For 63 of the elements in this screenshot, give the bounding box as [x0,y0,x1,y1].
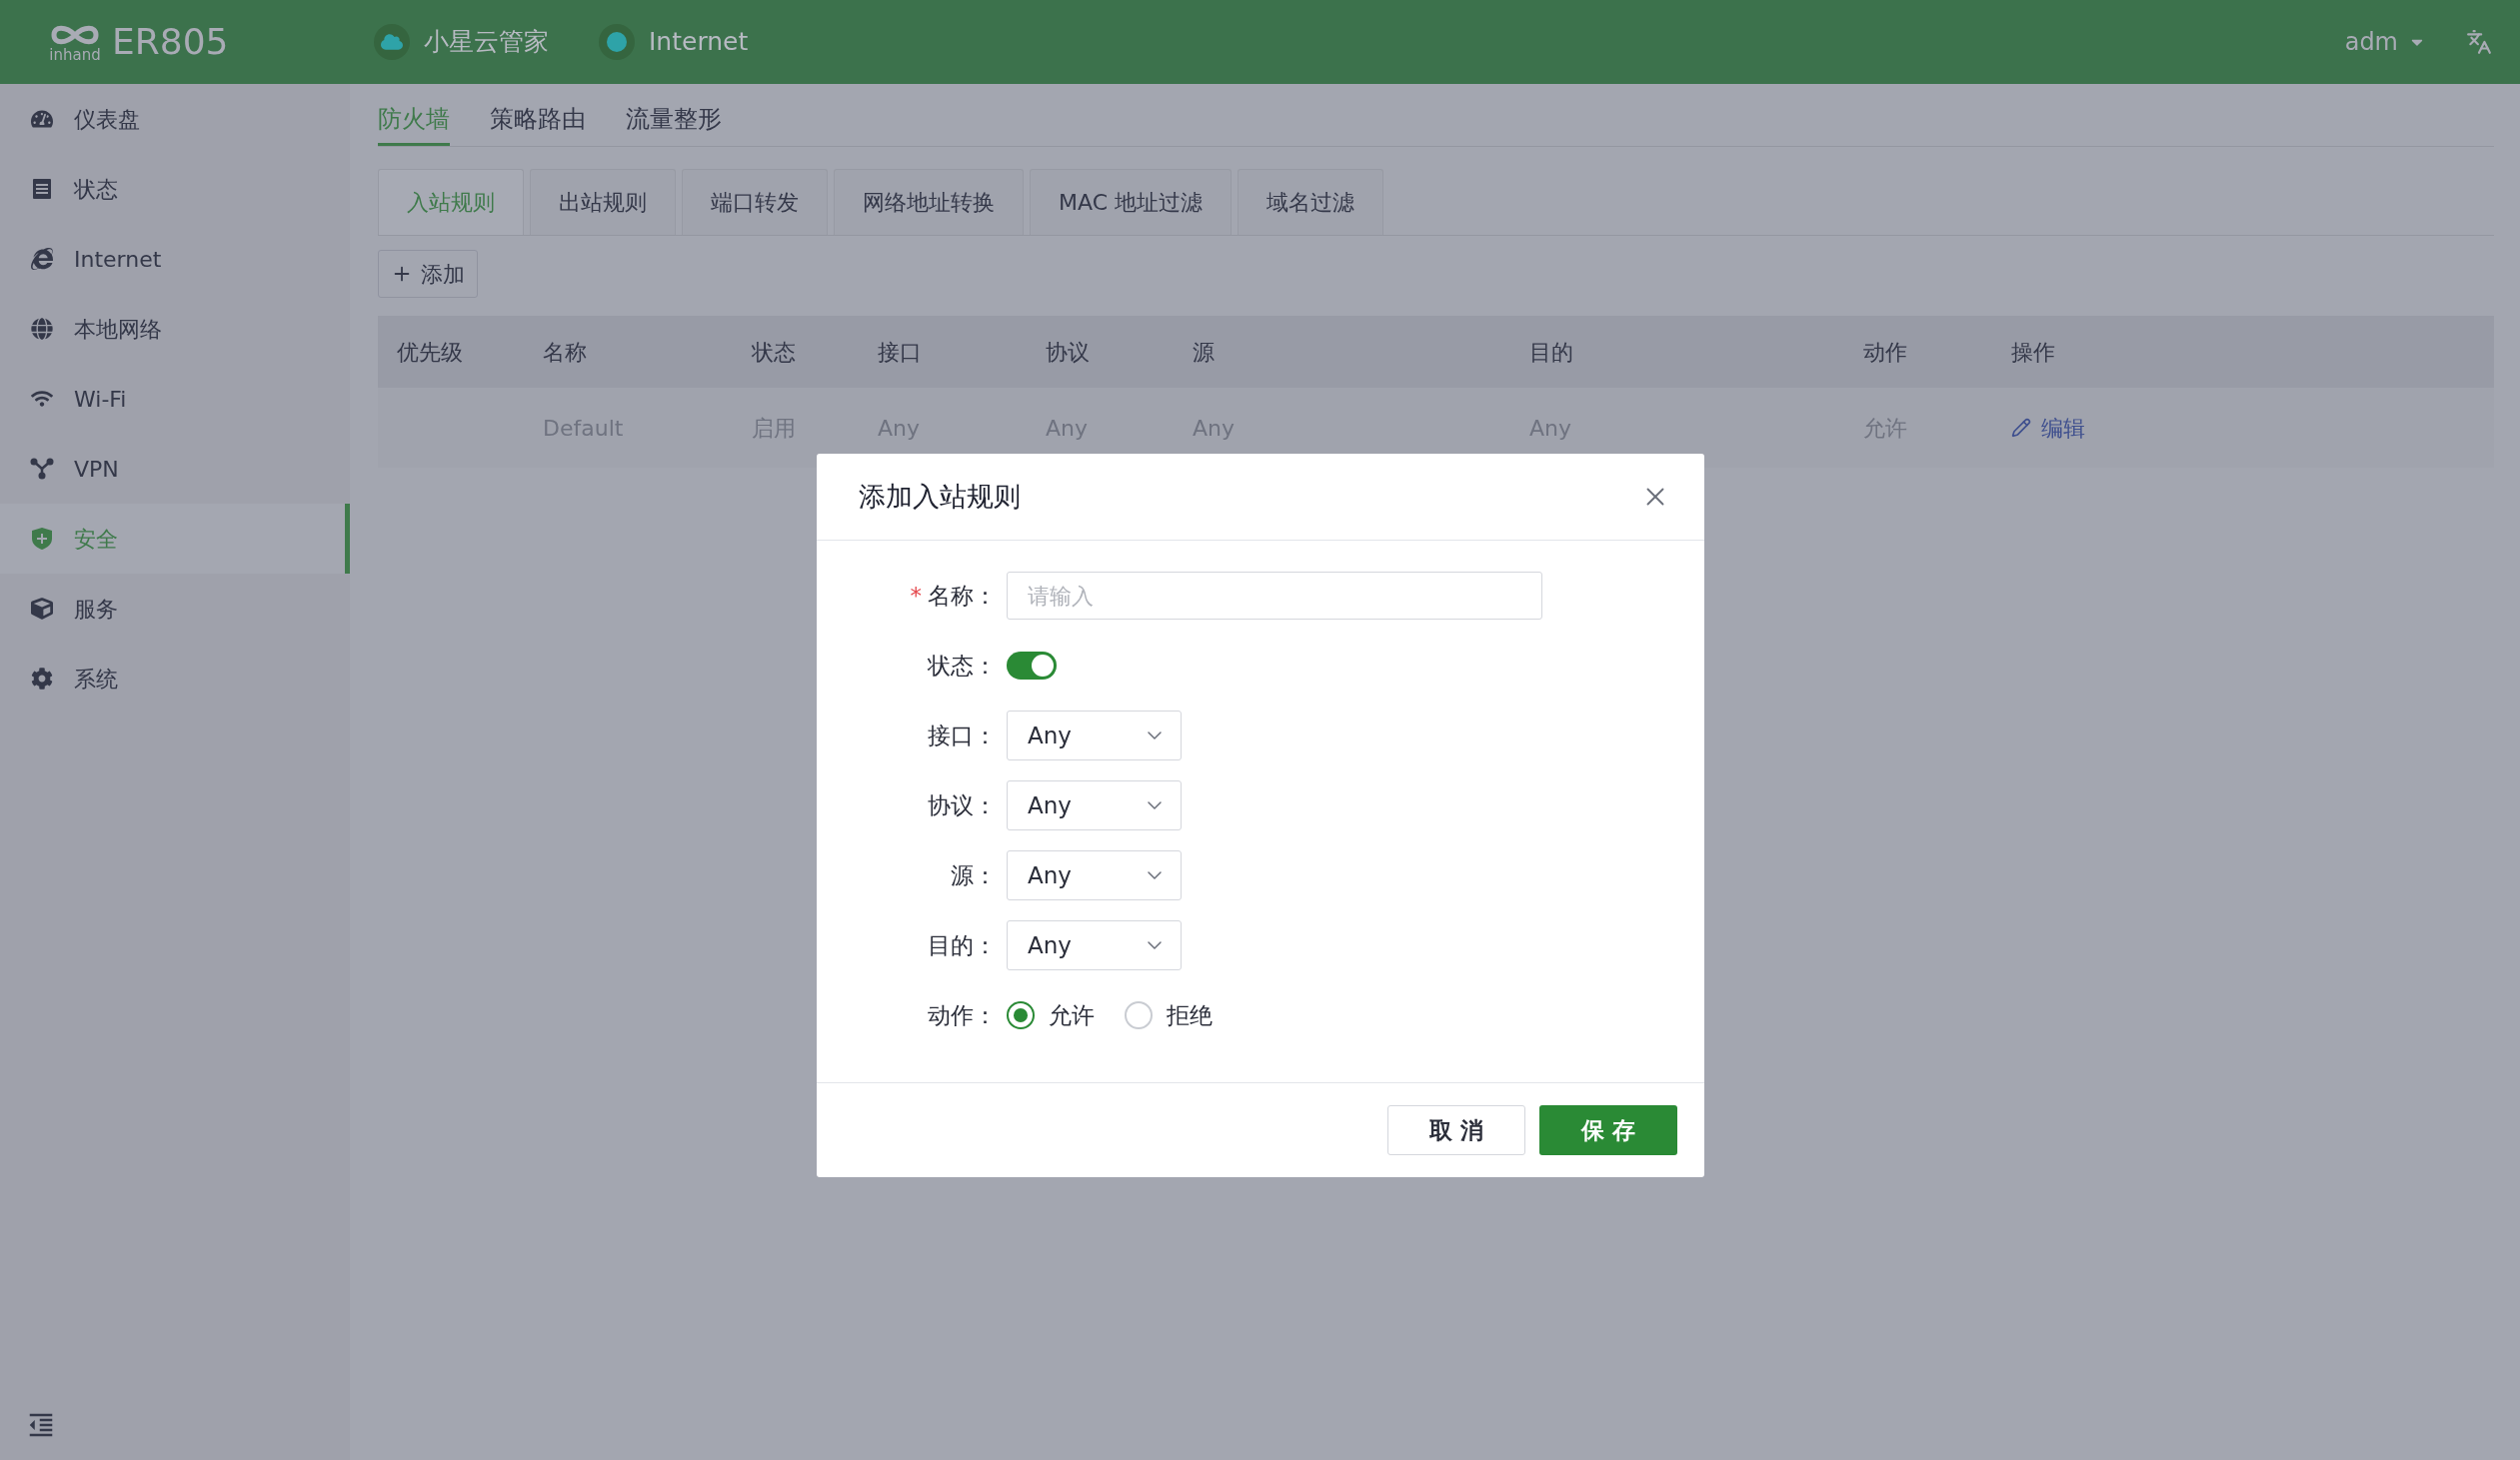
field-label: 源： [951,860,997,890]
column-header: 动作 [1862,338,1907,367]
top-tab[interactable]: 流量整形 [626,94,722,146]
dialog-title: 添加入站规则 [859,479,1021,514]
sidebar-item[interactable]: Internet [0,224,350,294]
status-switch[interactable] [1007,652,1057,680]
nodes-icon [30,458,54,480]
save-button[interactable]: 保 存 [1539,1105,1677,1155]
column-header: 目的 [1528,338,1573,367]
field-label: 协议： [928,790,997,820]
radio-icon[interactable] [1125,1001,1153,1029]
product-name: ER805 [112,20,229,64]
column-header: 优先级 [396,338,463,367]
column-header: 接口 [877,338,922,367]
select-field[interactable]: Any [1007,711,1182,760]
field-label: 名称： [928,581,997,611]
required-mark: * [910,581,922,611]
cancel-button[interactable]: 取 消 [1387,1105,1525,1155]
edit-link[interactable]: 编辑 [2011,411,2085,445]
status-label: Internet [649,26,749,59]
field-label: 状态： [928,651,997,681]
sub-tab[interactable]: 出站规则 [530,169,676,235]
sub-tab[interactable]: 域名过滤 [1238,169,1383,235]
select-field[interactable]: Any [1007,920,1182,970]
radio-option[interactable]: 允许 [1007,997,1095,1033]
cloud-status-icon [374,24,410,60]
status-label: 小星云管家 [424,26,549,59]
language-icon[interactable] [2466,29,2492,55]
settings-icon [31,668,53,690]
sub-tab[interactable]: MAC 地址过滤 [1030,169,1232,235]
logo-text: inhand [49,47,101,63]
sidebar-item[interactable]: 仪表盘 [0,84,350,154]
gauge-icon [31,108,53,130]
select-field[interactable]: Any [1007,780,1182,830]
sidebar-item[interactable]: 系统 [0,644,350,714]
globe-icon [31,318,53,340]
radio-icon[interactable] [1007,1001,1035,1029]
add-button[interactable]: 添加 [378,250,478,298]
sidebar-item[interactable]: 状态 [0,154,350,224]
field-label: 动作： [928,1000,997,1030]
sub-tab[interactable]: 端口转发 [682,169,828,235]
document-icon [32,178,52,200]
top-tab[interactable]: 策略路由 [490,94,586,146]
sidebar-item[interactable]: 服务 [0,574,350,644]
column-header: 协议 [1045,338,1090,367]
sidebar-item[interactable]: VPN [0,434,350,504]
column-header: 源 [1192,338,1215,367]
name-input-field[interactable]: 请输入 [1007,572,1542,620]
field-label: 目的： [928,930,997,960]
sidebar-item[interactable]: 本地网络 [0,294,350,364]
field-label: 接口： [928,721,997,750]
column-header: 状态 [751,338,796,367]
radio-option[interactable]: 拒绝 [1125,997,1213,1033]
select-field[interactable]: Any [1007,850,1182,900]
sidebar-item[interactable]: Wi-Fi [0,364,350,434]
sub-tab[interactable]: 网络地址转换 [834,169,1024,235]
cube-icon [31,598,53,620]
column-header: 操作 [2010,338,2055,367]
pencil-icon [2011,418,2031,438]
column-header: 名称 [542,338,587,367]
user-menu[interactable]: adm [2344,24,2426,60]
shield-plus-icon [31,527,53,551]
browser-icon [31,248,53,270]
